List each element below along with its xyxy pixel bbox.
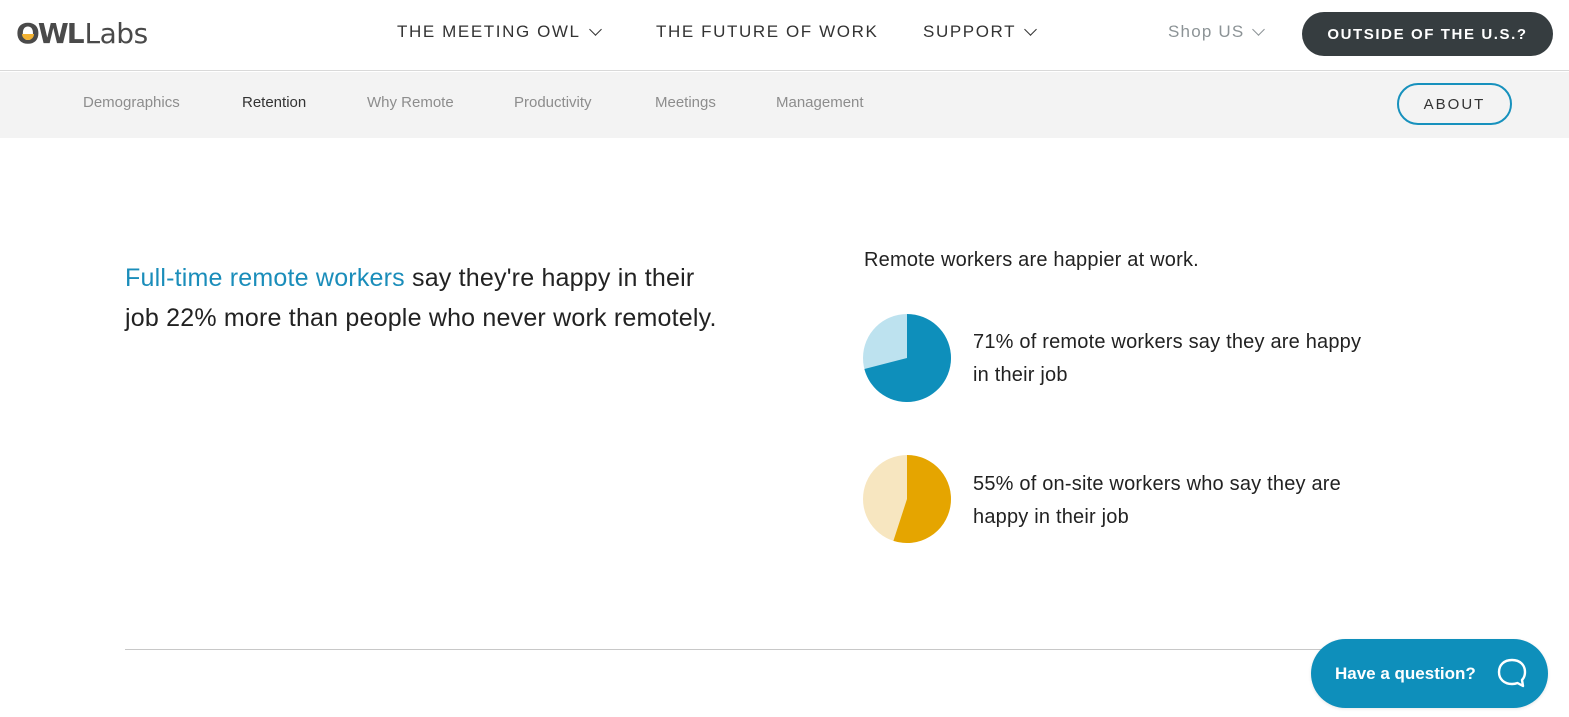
pie-onsite-text: of on-site workers who say they are happ…	[973, 473, 1341, 528]
subnav-retention[interactable]: Retention	[242, 94, 306, 111]
nav-meeting-owl-label: THE MEETING OWL	[397, 22, 581, 41]
lead-statement: Full-time remote workers say they're hap…	[125, 258, 725, 338]
chevron-down-icon	[1252, 22, 1266, 36]
section-subnav: Demographics Retention Why Remote Produc…	[0, 72, 1569, 138]
owl-labs-logo[interactable]: OWL Labs	[16, 16, 149, 50]
chat-bubble-icon	[1497, 658, 1527, 688]
nav-future-of-work[interactable]: THE FUTURE OF WORK	[656, 22, 878, 42]
about-button[interactable]: ABOUT	[1397, 83, 1512, 125]
nav-future-of-work-label: THE FUTURE OF WORK	[656, 22, 879, 41]
subnav-management[interactable]: Management	[776, 94, 864, 111]
logo-owl-text: OWL	[16, 16, 85, 50]
subnav-demographics[interactable]: Demographics	[83, 94, 180, 111]
chevron-down-icon	[588, 22, 602, 36]
chat-button-label: Have a question?	[1335, 663, 1476, 683]
pie-remote-value: 71%	[973, 331, 1014, 353]
subnav-why-remote[interactable]: Why Remote	[367, 94, 454, 111]
top-navigation-bar: OWL Labs THE MEETING OWL THE FUTURE OF W…	[0, 0, 1569, 71]
shop-us-label: Shop US	[1168, 22, 1245, 41]
nav-meeting-owl[interactable]: THE MEETING OWL	[397, 22, 602, 42]
have-a-question-chat-button[interactable]: Have a question?	[1311, 639, 1548, 708]
outside-us-button[interactable]: OUTSIDE OF THE U.S.?	[1302, 12, 1553, 56]
subnav-productivity[interactable]: Productivity	[514, 94, 592, 111]
logo-labs-text: Labs	[84, 16, 149, 50]
lead-highlight: Full-time remote workers	[125, 264, 405, 292]
pie-onsite-label: 55% of on-site workers who say they are …	[973, 468, 1373, 534]
chevron-down-icon	[1024, 22, 1037, 36]
nav-support-label: SUPPORT	[923, 22, 1017, 41]
section-divider	[125, 649, 1325, 650]
pie-remote-text: of remote workers say they are happy in …	[973, 331, 1362, 386]
chart-title: Remote workers are happier at work.	[864, 249, 1199, 271]
pie-chart-remote	[863, 314, 951, 402]
subnav-meetings[interactable]: Meetings	[655, 94, 716, 111]
nav-support[interactable]: SUPPORT	[923, 22, 1037, 42]
pie-chart-onsite	[863, 455, 951, 543]
pie-remote-label: 71% of remote workers say they are happy…	[973, 326, 1373, 392]
shop-us-dropdown[interactable]: Shop US	[1168, 22, 1266, 42]
pie-onsite-value: 55%	[973, 473, 1014, 495]
